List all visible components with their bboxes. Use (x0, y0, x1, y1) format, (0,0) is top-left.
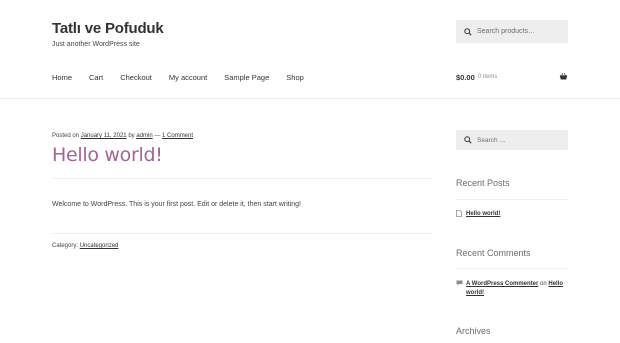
post-meta: Posted on January 11, 2021 by admin — 1 … (52, 133, 193, 139)
recent-comment-item: A WordPress Commenter on Hello world! (456, 280, 568, 298)
recent-comments-title: Recent Comments (456, 248, 531, 258)
comment-on-label: on (540, 281, 547, 287)
sidebar-search-placeholder: Search … (477, 136, 506, 144)
divider (456, 199, 568, 200)
category-label: Category: (52, 243, 79, 249)
by-label: by (128, 133, 135, 139)
post-comments-link[interactable]: 1 Comment (162, 133, 193, 139)
recent-posts-title: Recent Posts (456, 178, 510, 188)
divider (52, 233, 432, 234)
meta-dash: — (154, 133, 161, 139)
archives-title: Archives (456, 326, 491, 336)
document-icon (456, 210, 462, 217)
nav-item-cart[interactable]: Cart (89, 73, 103, 82)
nav-item-sample-page[interactable]: Sample Page (224, 73, 269, 82)
cart-total[interactable]: $0.00 (456, 73, 475, 82)
header-cart[interactable]: $0.00 0 items (456, 73, 568, 85)
site-title[interactable]: Tatlı ve Pofuduk (52, 20, 164, 37)
site-header: Tatlı ve Pofuduk Just another WordPress … (0, 0, 620, 99)
recent-post-item: Hello world! (456, 210, 500, 217)
basket-icon[interactable] (559, 72, 568, 81)
nav-item-shop[interactable]: Shop (286, 73, 304, 82)
post-content: Welcome to WordPress. This is your first… (52, 201, 301, 208)
post-category: Category: Uncategorized (52, 243, 118, 249)
product-search-placeholder: Search products… (477, 28, 535, 35)
comment-author-link[interactable]: A WordPress Commenter (466, 281, 538, 287)
post-author-link[interactable]: admin (136, 133, 152, 139)
category-link[interactable]: Uncategorized (80, 243, 119, 249)
primary-navigation: Home Cart Checkout My account Sample Pag… (52, 73, 321, 82)
nav-item-my-account[interactable]: My account (169, 73, 207, 82)
comment-icon (456, 280, 463, 286)
post-date-link[interactable]: January 11, 2021 (81, 133, 127, 139)
recent-post-link[interactable]: Hello world! (466, 211, 500, 217)
cart-item-count[interactable]: 0 items (478, 74, 497, 80)
nav-item-home[interactable]: Home (52, 73, 72, 82)
post-title[interactable]: Hello world! (52, 144, 163, 166)
sidebar-search-input[interactable]: Search … (456, 130, 568, 150)
divider (456, 268, 568, 269)
divider (52, 178, 432, 179)
posted-on-label: Posted on (52, 133, 80, 139)
search-icon (464, 136, 472, 144)
site-description: Just another WordPress site (52, 41, 140, 48)
product-search-input[interactable]: Search products… (456, 20, 568, 43)
search-icon (464, 27, 472, 36)
nav-item-checkout[interactable]: Checkout (120, 73, 152, 82)
